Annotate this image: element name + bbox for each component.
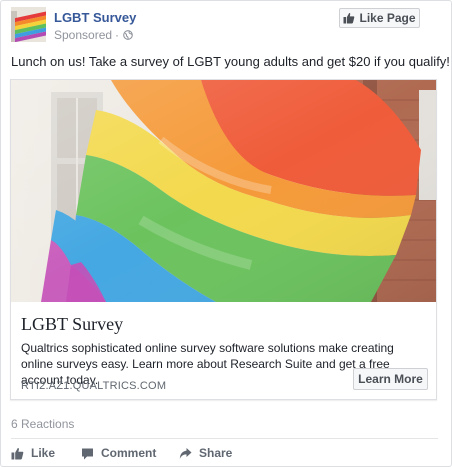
- page-name-link[interactable]: LGBT Survey: [54, 10, 136, 25]
- thumbs-up-icon: [343, 12, 355, 24]
- rainbow-flag-thumbnail: [11, 7, 46, 42]
- post-message: Lunch on us! Take a survey of LGBT young…: [11, 54, 450, 69]
- separator-dot: ·: [115, 28, 120, 42]
- link-preview[interactable]: LGBT Survey Qualtrics sophisticated onli…: [10, 79, 437, 400]
- thumbs-up-icon: [11, 447, 24, 459]
- link-title[interactable]: LGBT Survey: [21, 314, 123, 335]
- like-action-button[interactable]: Like: [11, 445, 55, 461]
- share-action-button[interactable]: Share: [179, 445, 232, 461]
- share-arrow-icon: [179, 447, 192, 459]
- sponsored-post-card: LGBT Survey Sponsored · Like Page Lunch …: [0, 0, 452, 467]
- sponsored-label[interactable]: Sponsored: [54, 28, 112, 42]
- comment-icon: [82, 448, 93, 459]
- rainbow-flag-image[interactable]: [11, 80, 436, 302]
- globe-icon[interactable]: [123, 30, 133, 40]
- comment-action-label: Comment: [101, 446, 157, 460]
- reactions-count[interactable]: 6 Reactions: [11, 417, 74, 431]
- rainbow-flag-photo: [11, 80, 436, 302]
- like-page-label: Like Page: [359, 11, 416, 25]
- link-preview-body[interactable]: LGBT Survey Qualtrics sophisticated onli…: [11, 302, 436, 399]
- sponsored-line: Sponsored ·: [54, 28, 133, 42]
- like-page-button[interactable]: Like Page: [339, 8, 420, 28]
- page-avatar[interactable]: [11, 7, 46, 42]
- link-domain: RTI2.AZ1.QUALTRICS.COM: [21, 380, 167, 392]
- share-action-label: Share: [199, 446, 233, 460]
- learn-more-button[interactable]: Learn More: [353, 368, 428, 390]
- comment-action-button[interactable]: Comment: [81, 445, 156, 461]
- like-action-label: Like: [31, 446, 56, 460]
- actions-divider: [11, 438, 438, 439]
